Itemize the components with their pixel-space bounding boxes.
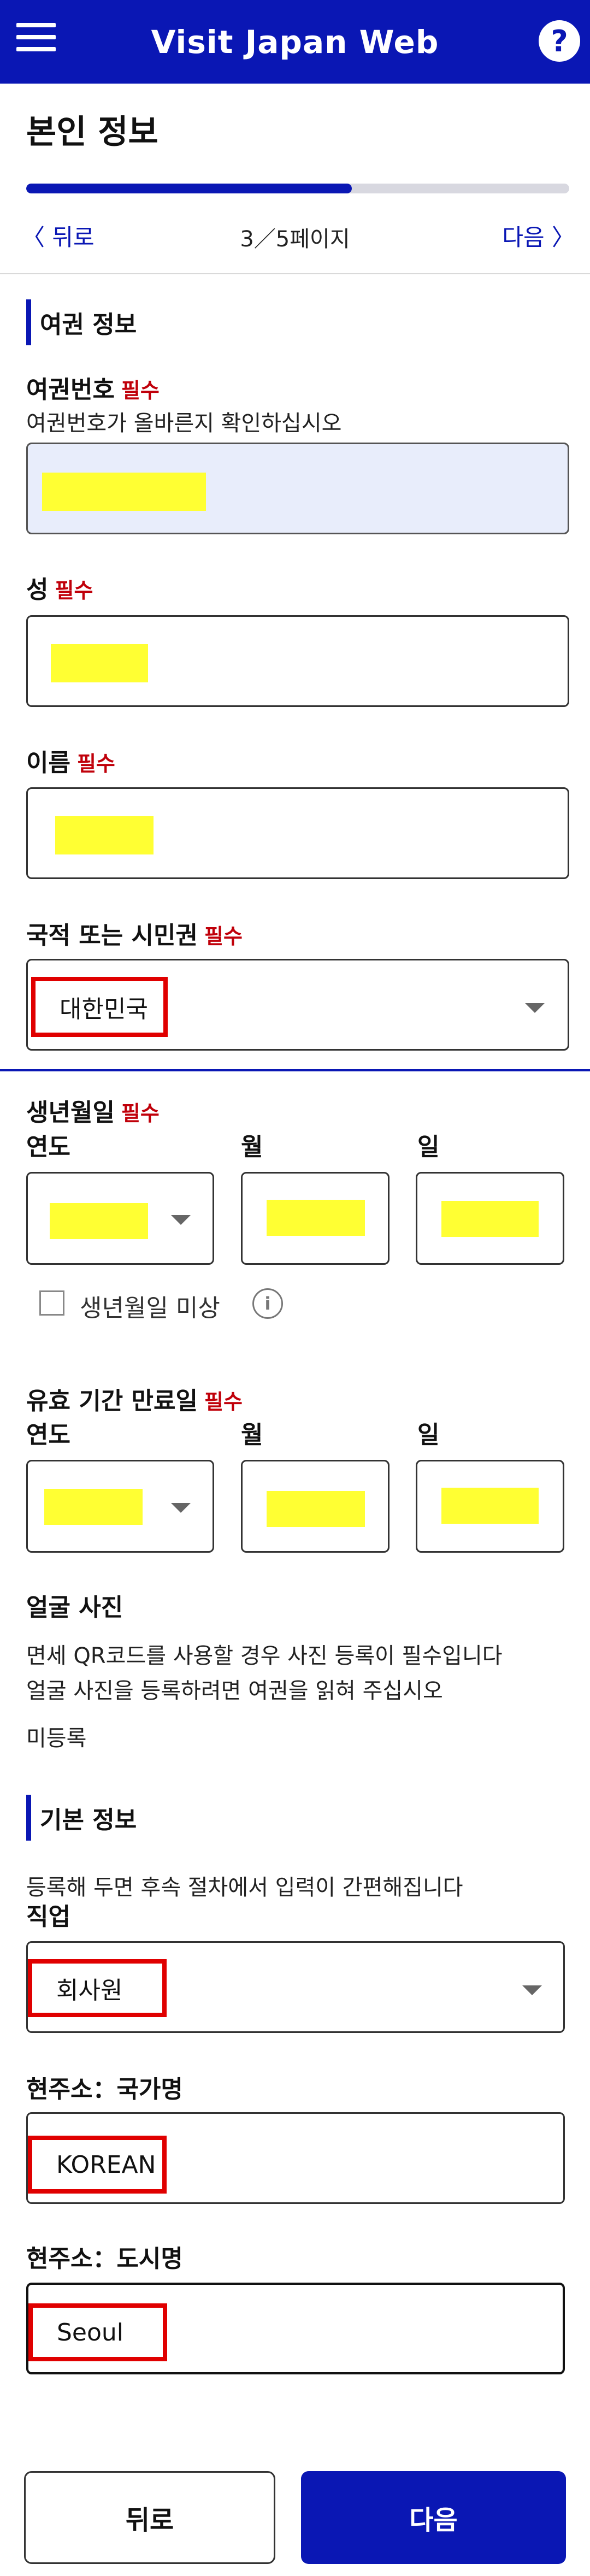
birth-day-label: 일 bbox=[417, 1133, 440, 1161]
face-photo-status: 미등록 bbox=[26, 1726, 87, 1751]
required-badge: 필수 bbox=[121, 1101, 160, 1125]
passport-section-label: 여권 정보 bbox=[40, 311, 137, 339]
surname-label-text: 성 bbox=[26, 576, 49, 604]
expiry-date-label-text: 유효 기간 만료일 bbox=[26, 1387, 198, 1415]
chevron-down-icon bbox=[525, 1003, 545, 1013]
redacted-value bbox=[44, 1489, 143, 1525]
occupation-selected-value: 회사원 bbox=[28, 1959, 167, 2017]
basic-section-title: 기본 정보 bbox=[26, 1795, 137, 1841]
nationality-label: 국적 또는 시민권 필수 bbox=[26, 916, 243, 951]
face-photo-label: 얼굴 사진 bbox=[26, 1594, 123, 1622]
section-divider bbox=[0, 1069, 590, 1071]
expiry-year-select[interactable] bbox=[26, 1460, 214, 1553]
expiry-day-field[interactable] bbox=[416, 1460, 564, 1553]
help-glyph: ? bbox=[551, 23, 568, 58]
occupation-select[interactable]: 회사원 bbox=[26, 1941, 565, 2033]
birth-year-select[interactable] bbox=[26, 1172, 214, 1265]
given-name-field[interactable] bbox=[26, 787, 569, 879]
surname-label: 성 필수 bbox=[26, 570, 93, 605]
required-badge: 필수 bbox=[121, 379, 160, 403]
basic-section-hint: 등록해 두면 후속 절차에서 입력이 간편해집니다 bbox=[26, 1875, 463, 1900]
redacted-value bbox=[42, 473, 206, 511]
expiry-date-label: 유효 기간 만료일 필수 bbox=[26, 1381, 243, 1416]
redacted-value bbox=[441, 1488, 539, 1524]
redacted-value bbox=[51, 644, 148, 682]
city-value: Seoul bbox=[28, 2303, 167, 2361]
help-icon[interactable]: ? bbox=[539, 20, 580, 62]
passport-number-label-text: 여권번호 bbox=[26, 376, 115, 404]
given-name-label-text: 이름 bbox=[26, 749, 70, 777]
required-badge: 필수 bbox=[76, 752, 115, 776]
back-button[interactable]: 뒤로 bbox=[24, 2471, 275, 2564]
given-name-label: 이름 필수 bbox=[26, 743, 115, 778]
progress-fill bbox=[26, 184, 352, 193]
birth-date-unknown-checkbox[interactable] bbox=[39, 1290, 64, 1316]
passport-number-field[interactable] bbox=[26, 443, 569, 534]
required-badge: 필수 bbox=[204, 1390, 243, 1414]
page-indicator: 3／5페이지 bbox=[240, 227, 350, 252]
country-label: 현주소：국가명 bbox=[26, 2076, 183, 2103]
info-icon[interactable]: i bbox=[252, 1288, 283, 1319]
expiry-day-label: 일 bbox=[417, 1421, 440, 1449]
passport-number-label: 여권번호 필수 bbox=[26, 370, 160, 405]
passport-number-hint: 여권번호가 올바른지 확인하십시오 bbox=[26, 411, 342, 436]
page-title: 본인 정보 bbox=[26, 113, 158, 151]
page-topbar: 본인 정보 〈 뒤로 3／5페이지 다음 〉 bbox=[0, 84, 590, 274]
chevron-down-icon bbox=[522, 1985, 542, 1995]
birth-date-label: 생년월일 필수 bbox=[26, 1093, 160, 1128]
birth-month-label: 월 bbox=[241, 1133, 263, 1161]
hamburger-menu-icon[interactable] bbox=[16, 23, 56, 60]
nationality-select[interactable]: 대한민국 bbox=[26, 959, 569, 1051]
redacted-value bbox=[267, 1491, 365, 1527]
chevron-down-icon bbox=[171, 1503, 191, 1513]
next-button[interactable]: 다음 bbox=[301, 2471, 566, 2564]
birth-date-unknown-label: 생년월일 미상 bbox=[80, 1294, 220, 1322]
section-accent-bar bbox=[26, 1795, 31, 1841]
required-badge: 필수 bbox=[204, 924, 243, 948]
surname-field[interactable] bbox=[26, 615, 569, 707]
redacted-value bbox=[50, 1203, 148, 1239]
occupation-label: 직업 bbox=[26, 1903, 70, 1931]
top-next-link[interactable]: 다음 〉 bbox=[502, 219, 575, 252]
chevron-down-icon bbox=[171, 1215, 191, 1225]
redacted-value bbox=[55, 816, 154, 854]
city-field[interactable]: Seoul bbox=[26, 2283, 565, 2374]
section-accent-bar bbox=[26, 299, 31, 345]
basic-section-label: 기본 정보 bbox=[40, 1806, 137, 1834]
nationality-selected-value: 대한민국 bbox=[31, 977, 168, 1037]
face-photo-hint-1: 면세 QR코드를 사용할 경우 사진 등록이 필수입니다 bbox=[26, 1643, 503, 1669]
redacted-value bbox=[441, 1201, 539, 1237]
birth-year-label: 연도 bbox=[26, 1133, 70, 1161]
country-field[interactable]: KOREAN bbox=[26, 2112, 565, 2204]
progress-bar bbox=[26, 184, 569, 193]
app-title: Visit Japan Web bbox=[151, 23, 439, 61]
expiry-month-field[interactable] bbox=[241, 1460, 390, 1553]
required-badge: 필수 bbox=[55, 579, 93, 603]
birth-month-field[interactable] bbox=[241, 1172, 390, 1265]
expiry-year-label: 연도 bbox=[26, 1421, 70, 1449]
passport-section-title: 여권 정보 bbox=[26, 299, 137, 345]
birth-date-label-text: 생년월일 bbox=[26, 1099, 115, 1127]
expiry-month-label: 월 bbox=[241, 1421, 263, 1449]
redacted-value bbox=[267, 1200, 365, 1236]
top-next-label: 다음 〉 bbox=[502, 224, 575, 251]
nationality-label-text: 국적 또는 시민권 bbox=[26, 922, 198, 950]
birth-day-field[interactable] bbox=[416, 1172, 564, 1265]
face-photo-hint-2: 얼굴 사진을 등록하려면 여권을 읽혀 주십시오 bbox=[26, 1678, 443, 1703]
city-label: 현주소：도시명 bbox=[26, 2245, 183, 2273]
country-value: KOREAN bbox=[28, 2136, 167, 2194]
app-header: Visit Japan Web ? bbox=[0, 0, 590, 84]
